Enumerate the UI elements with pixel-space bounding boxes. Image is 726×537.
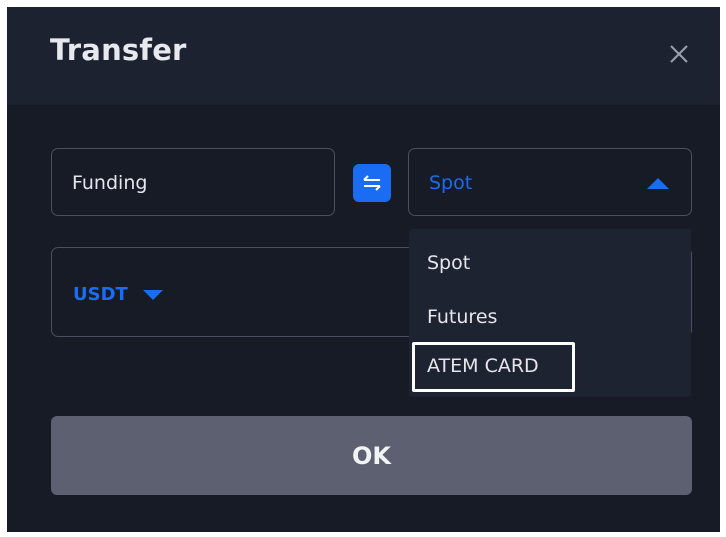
ok-button-label: OK	[352, 442, 391, 470]
coin-select[interactable]: USDT	[73, 284, 163, 305]
dropdown-option-label: ATEM CARD	[427, 355, 539, 377]
from-account-select[interactable]: Funding	[51, 148, 335, 216]
ok-button[interactable]: OK	[51, 416, 692, 495]
dropdown-option-spot[interactable]: Spot	[409, 237, 691, 289]
dropdown-option-atem-card[interactable]: ATEM CARD	[412, 342, 575, 392]
dialog-title: Transfer	[50, 33, 187, 67]
from-account-label: Funding	[72, 172, 148, 194]
chevron-down-icon	[142, 289, 163, 300]
swap-accounts-button[interactable]	[353, 164, 391, 202]
dropdown-option-label: Futures	[427, 306, 498, 328]
to-account-select[interactable]: Spot	[408, 148, 692, 216]
swap-arrows-icon	[363, 175, 381, 191]
close-icon	[670, 45, 688, 63]
transfer-dialog: Transfer Funding Spot USDT Spot Futures …	[7, 7, 720, 532]
chevron-up-icon	[647, 178, 669, 189]
close-button[interactable]	[668, 43, 690, 65]
dialog-header: Transfer	[7, 7, 720, 105]
dropdown-option-futures[interactable]: Futures	[409, 291, 691, 343]
to-account-dropdown: Spot Futures ATEM CARD	[409, 229, 691, 397]
to-account-label: Spot	[429, 172, 473, 194]
dropdown-option-label: Spot	[427, 252, 471, 274]
coin-label: USDT	[73, 284, 128, 305]
